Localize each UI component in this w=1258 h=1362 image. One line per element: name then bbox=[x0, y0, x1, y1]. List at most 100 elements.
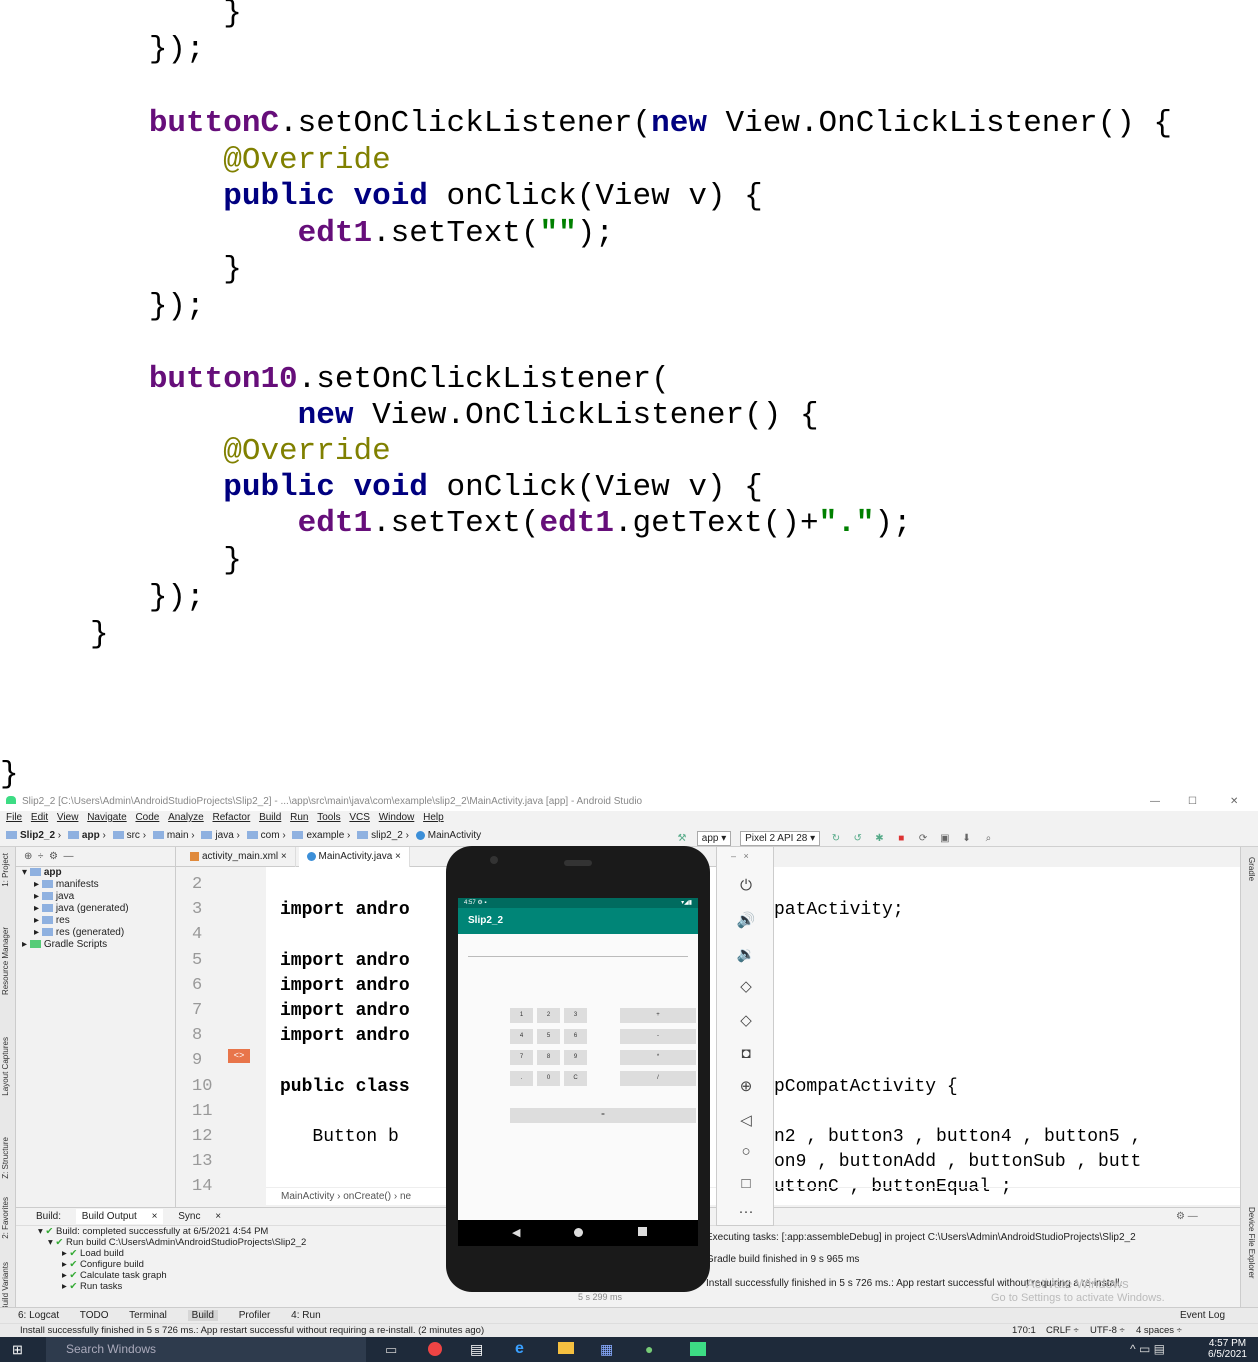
key-button[interactable]: 0 bbox=[537, 1071, 560, 1086]
breadcrumb-project[interactable]: Slip2_2 › bbox=[6, 825, 61, 847]
breadcrumb-slip2-2[interactable]: slip2_2 › bbox=[357, 825, 409, 847]
tool-build[interactable]: Build bbox=[187, 1310, 218, 1321]
menu-code[interactable]: Code bbox=[135, 811, 159, 825]
tool-todo[interactable]: TODO bbox=[80, 1310, 109, 1321]
editor-crumb-inner[interactable]: ne bbox=[400, 1191, 411, 1202]
tree-item-java[interactable]: ▸ java bbox=[20, 891, 175, 903]
hammer-icon[interactable]: ⚒ bbox=[675, 832, 689, 846]
home-icon[interactable] bbox=[574, 1228, 583, 1237]
key-button[interactable]: 3 bbox=[564, 1008, 587, 1023]
tab-build-variants[interactable]: Build Variants bbox=[1, 1262, 15, 1311]
volume-up-icon[interactable]: 🔊 bbox=[717, 911, 775, 929]
run-config-select[interactable]: app ▾ bbox=[696, 831, 732, 846]
breadcrumb-example[interactable]: example › bbox=[292, 825, 350, 847]
windows-start-icon[interactable]: ⊞ bbox=[12, 1343, 26, 1356]
key-button[interactable]: 6 bbox=[564, 1029, 587, 1044]
tab-device-file-explorer[interactable]: Device File Explorer bbox=[1242, 1207, 1256, 1279]
sync-icon[interactable]: ⟳ bbox=[916, 832, 930, 846]
key-button[interactable]: 2 bbox=[537, 1008, 560, 1023]
tool-terminal[interactable]: Terminal bbox=[129, 1310, 167, 1321]
overview-icon[interactable]: □ bbox=[717, 1175, 775, 1192]
sdk-manager-icon[interactable]: ⬇ bbox=[960, 832, 974, 846]
menu-build[interactable]: Build bbox=[259, 811, 281, 825]
key-button[interactable]: 8 bbox=[537, 1050, 560, 1065]
photos-icon[interactable]: ▦ bbox=[600, 1341, 613, 1358]
minimize-button[interactable]: — bbox=[1150, 793, 1160, 811]
operator-button[interactable]: / bbox=[620, 1071, 696, 1086]
edt1-input[interactable] bbox=[468, 956, 688, 957]
key-button[interactable]: . bbox=[510, 1071, 533, 1086]
build-tree-item[interactable]: ▸ ✔ Load build bbox=[38, 1248, 306, 1259]
breadcrumb-app[interactable]: app › bbox=[67, 825, 106, 847]
search-icon[interactable]: ⌕ bbox=[981, 832, 995, 846]
menu-refactor[interactable]: Refactor bbox=[213, 811, 251, 825]
menu-run[interactable]: Run bbox=[290, 811, 308, 825]
store-icon[interactable]: ▤ bbox=[470, 1341, 483, 1358]
taskbar-clock[interactable]: 4:57 PM 6/5/2021 bbox=[1208, 1338, 1247, 1360]
rotate-left-icon[interactable]: ◇ bbox=[717, 977, 775, 995]
menu-file[interactable]: File bbox=[6, 811, 22, 825]
power-icon[interactable]: ⏻ bbox=[717, 877, 775, 894]
stop-icon[interactable]: ■ bbox=[894, 832, 908, 846]
screenshot-icon[interactable]: ◘ bbox=[717, 1045, 775, 1062]
key-button[interactable]: 5 bbox=[537, 1029, 560, 1044]
android-studio-taskbar-icon[interactable]: ● bbox=[645, 1341, 653, 1357]
home-icon[interactable]: ○ bbox=[717, 1143, 775, 1160]
tab-resource-manager[interactable]: Resource Manager bbox=[1, 927, 15, 995]
operator-button[interactable]: + bbox=[620, 1008, 696, 1023]
taskbar-search-box[interactable]: Search Windows bbox=[46, 1337, 366, 1362]
recents-icon[interactable] bbox=[638, 1227, 647, 1236]
close-button[interactable]: ✕ bbox=[1230, 793, 1238, 811]
menu-navigate[interactable]: Navigate bbox=[87, 811, 126, 825]
tray-icons[interactable]: ^ ▭ ▤ bbox=[1130, 1342, 1165, 1356]
tree-item-java-generated[interactable]: ▸ java (generated) bbox=[20, 903, 175, 915]
apply-code-changes-icon[interactable]: ↺ bbox=[851, 832, 865, 846]
task-view-icon[interactable]: ▭ bbox=[385, 1342, 397, 1358]
emulator-window-buttons[interactable]: – × bbox=[731, 851, 749, 861]
android-layout-icon[interactable]: <> bbox=[228, 1049, 250, 1063]
apply-changes-icon[interactable]: ↻ bbox=[829, 832, 843, 846]
tree-item-res[interactable]: ▸ res bbox=[20, 915, 175, 927]
equal-button[interactable]: = bbox=[510, 1108, 696, 1123]
breadcrumb-main[interactable]: main › bbox=[152, 825, 195, 847]
key-button[interactable]: C bbox=[564, 1071, 587, 1086]
breadcrumb-src[interactable]: src › bbox=[112, 825, 146, 847]
tree-item-app[interactable]: ▾ app bbox=[20, 867, 175, 879]
menu-view[interactable]: View bbox=[57, 811, 79, 825]
tab-favorites[interactable]: 2: Favorites bbox=[1, 1197, 15, 1239]
back-icon[interactable]: ◁ bbox=[717, 1111, 775, 1129]
tab-layout-captures[interactable]: Layout Captures bbox=[1, 1037, 15, 1096]
tab-structure[interactable]: Z: Structure bbox=[1, 1137, 15, 1179]
rotate-right-icon[interactable]: ◇ bbox=[717, 1011, 775, 1029]
tab-activity-main-xml[interactable]: activity_main.xml × bbox=[182, 847, 296, 867]
build-tree-item[interactable]: ▾ ✔ Run build C:\Users\Admin\AndroidStud… bbox=[38, 1237, 306, 1248]
status-position[interactable]: 170:1 bbox=[1012, 1324, 1036, 1338]
operator-button[interactable]: * bbox=[620, 1050, 696, 1065]
build-tree-item[interactable]: ▸ ✔ Configure build bbox=[38, 1259, 306, 1270]
tab-build-output[interactable]: Build Output × bbox=[75, 1209, 164, 1224]
event-log-button[interactable]: Event Log bbox=[1180, 1308, 1225, 1324]
status-indent[interactable]: 4 spaces ÷ bbox=[1136, 1324, 1182, 1338]
key-button[interactable]: 4 bbox=[510, 1029, 533, 1044]
avd-manager-icon[interactable]: ▣ bbox=[938, 832, 952, 846]
menu-window[interactable]: Window bbox=[379, 811, 415, 825]
breadcrumb-mainactivity[interactable]: MainActivity bbox=[415, 825, 481, 847]
device-select[interactable]: Pixel 2 API 28 ▾ bbox=[740, 831, 821, 846]
tool-run[interactable]: 4: Run bbox=[291, 1310, 320, 1321]
tool-profiler[interactable]: Profiler bbox=[239, 1310, 271, 1321]
back-icon[interactable]: ◀ bbox=[512, 1226, 520, 1239]
editor-crumb-method[interactable]: onCreate() bbox=[343, 1191, 391, 1202]
maximize-button[interactable]: ☐ bbox=[1188, 793, 1197, 811]
tool-logcat[interactable]: 6: Logcat bbox=[18, 1310, 59, 1321]
key-button[interactable]: 9 bbox=[564, 1050, 587, 1065]
zoom-icon[interactable]: ⊕ bbox=[717, 1077, 775, 1095]
key-button[interactable]: 7 bbox=[510, 1050, 533, 1065]
build-tree-item[interactable]: ▸ ✔ Run tasks bbox=[38, 1281, 306, 1292]
emulator-taskbar-icon[interactable] bbox=[690, 1342, 706, 1356]
menu-analyze[interactable]: Analyze bbox=[168, 811, 204, 825]
menu-help[interactable]: Help bbox=[423, 811, 444, 825]
tab-gradle[interactable]: Gradle bbox=[1242, 857, 1256, 881]
debug-icon[interactable]: ✱ bbox=[872, 832, 886, 846]
breadcrumb-com[interactable]: com › bbox=[246, 825, 286, 847]
file-explorer-icon[interactable] bbox=[558, 1342, 574, 1354]
